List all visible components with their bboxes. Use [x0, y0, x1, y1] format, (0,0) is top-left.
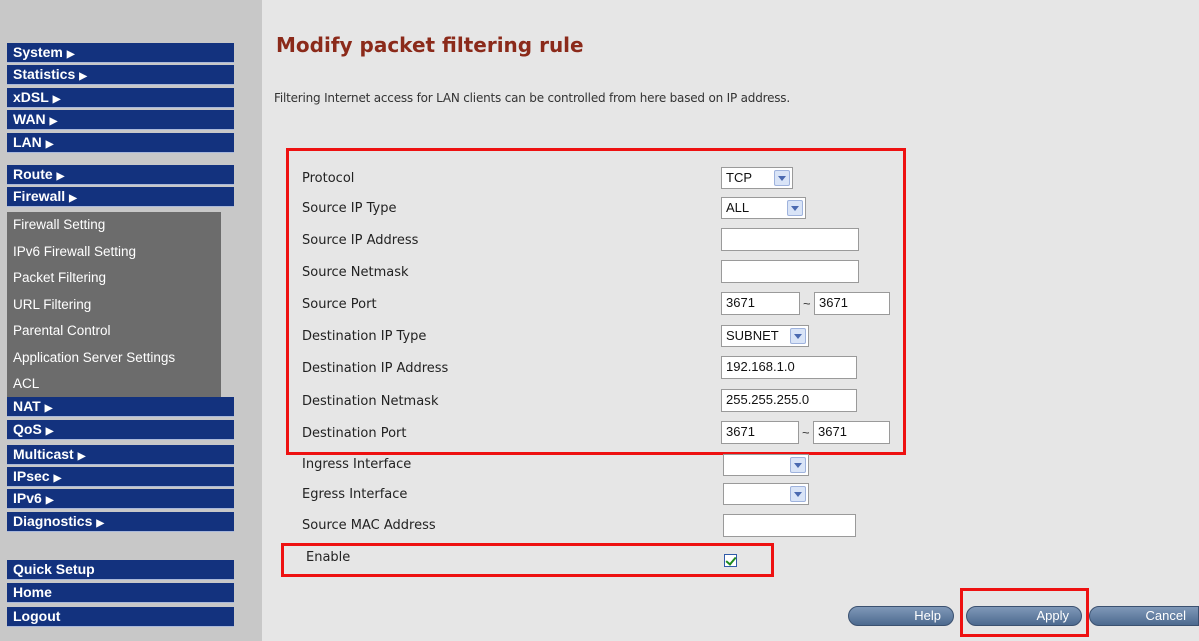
submenu-firewall-setting[interactable]: Firewall Setting — [13, 217, 105, 232]
chevron-down-icon — [790, 486, 806, 502]
menu-firewall[interactable]: Firewall ▶ — [7, 187, 234, 207]
chevron-right-icon: ▶ — [45, 139, 54, 150]
menu-label: NAT — [13, 398, 41, 414]
destination-ip-address-input[interactable]: 192.168.1.0 — [721, 356, 857, 379]
source-ip-type-label: Source IP Type — [302, 201, 397, 216]
menu-label: Route — [13, 166, 53, 182]
destination-ip-type-label: Destination IP Type — [302, 329, 427, 344]
menu-label: QoS — [13, 421, 42, 437]
ingress-interface-label: Ingress Interface — [302, 457, 412, 472]
chevron-right-icon: ▶ — [45, 426, 54, 437]
destination-netmask-label: Destination Netmask — [302, 394, 439, 409]
chevron-right-icon: ▶ — [52, 94, 61, 105]
apply-button[interactable]: Apply — [966, 606, 1082, 626]
menu-label: Firewall — [13, 188, 66, 204]
chevron-right-icon: ▶ — [44, 403, 53, 414]
menu-label: IPv6 — [13, 490, 42, 506]
source-mac-address-label: Source MAC Address — [302, 518, 436, 533]
main-content: Modify packet filtering rule Filtering I… — [262, 0, 1199, 641]
source-mac-address-input[interactable] — [723, 514, 856, 537]
chevron-down-icon — [774, 170, 790, 186]
menu-lan[interactable]: LAN ▶ — [7, 133, 234, 153]
chevron-down-icon — [790, 457, 806, 473]
chevron-right-icon: ▶ — [45, 495, 54, 506]
chevron-right-icon: ▶ — [49, 116, 58, 127]
menu-wan[interactable]: WAN ▶ — [7, 110, 234, 130]
chevron-down-icon — [790, 328, 806, 344]
menu-statistics[interactable]: Statistics ▶ — [7, 65, 234, 85]
egress-interface-select[interactable] — [723, 483, 809, 505]
menu-home[interactable]: Home — [7, 583, 234, 603]
enable-checkbox[interactable] — [724, 554, 737, 567]
menu-route[interactable]: Route ▶ — [7, 165, 234, 185]
destination-port-to-input[interactable]: 3671 — [813, 421, 890, 444]
menu-label: Multicast — [13, 446, 74, 462]
chevron-right-icon: ▶ — [96, 518, 105, 529]
source-netmask-input[interactable] — [721, 260, 859, 283]
ingress-interface-select[interactable] — [723, 454, 809, 476]
menu-label: IPsec — [13, 468, 50, 484]
menu-label: Statistics — [13, 66, 76, 82]
page-description: Filtering Internet access for LAN client… — [274, 91, 790, 105]
submenu-packet-filtering[interactable]: Packet Filtering — [13, 270, 106, 285]
menu-label: WAN — [13, 111, 46, 127]
submenu-parental-control[interactable]: Parental Control — [13, 323, 111, 338]
source-port-label: Source Port — [302, 297, 377, 312]
menu-quick-setup[interactable]: Quick Setup — [7, 560, 234, 580]
source-netmask-label: Source Netmask — [302, 265, 409, 280]
destination-netmask-input[interactable]: 255.255.255.0 — [721, 389, 857, 412]
submenu-application-server-settings[interactable]: Application Server Settings — [13, 350, 175, 365]
firewall-submenu: Firewall Setting IPv6 Firewall Setting P… — [7, 212, 221, 397]
chevron-right-icon: ▶ — [53, 473, 62, 484]
source-ip-address-input[interactable] — [721, 228, 859, 251]
protocol-label: Protocol — [302, 171, 355, 186]
submenu-ipv6-firewall-setting[interactable]: IPv6 Firewall Setting — [13, 244, 136, 259]
chevron-down-icon — [787, 200, 803, 216]
destination-ip-type-select[interactable]: SUBNET — [721, 325, 809, 347]
menu-system[interactable]: System ▶ — [7, 43, 234, 63]
menu-qos[interactable]: QoS ▶ — [7, 420, 234, 440]
menu-label: Diagnostics — [13, 513, 93, 529]
destination-port-label: Destination Port — [302, 426, 407, 441]
enable-label: Enable — [306, 550, 351, 565]
sidebar: System ▶ Statistics ▶ xDSL ▶ WAN ▶ LAN ▶ Rout… — [0, 0, 262, 641]
chevron-right-icon: ▶ — [66, 49, 75, 60]
help-button[interactable]: Help — [848, 606, 954, 626]
menu-logout[interactable]: Logout — [7, 607, 234, 627]
destination-ip-type-value: SUBNET — [726, 328, 779, 343]
submenu-url-filtering[interactable]: URL Filtering — [13, 297, 91, 312]
menu-label: System — [13, 44, 63, 60]
menu-multicast[interactable]: Multicast ▶ — [7, 445, 234, 465]
menu-label: xDSL — [13, 89, 49, 105]
chevron-right-icon: ▶ — [77, 451, 86, 462]
highlight-box-enable — [281, 543, 774, 577]
menu-ipsec[interactable]: IPsec ▶ — [7, 467, 234, 487]
destination-ip-address-label: Destination IP Address — [302, 361, 449, 376]
range-separator: ~ — [803, 296, 811, 311]
menu-ipv6[interactable]: IPv6 ▶ — [7, 489, 234, 509]
menu-label: LAN — [13, 134, 42, 150]
source-ip-type-value: ALL — [726, 200, 750, 215]
source-port-from-input[interactable]: 3671 — [721, 292, 800, 315]
page-title: Modify packet filtering rule — [276, 33, 584, 57]
menu-diagnostics[interactable]: Diagnostics ▶ — [7, 512, 234, 532]
destination-port-from-input[interactable]: 3671 — [721, 421, 799, 444]
cancel-button[interactable]: Cancel — [1089, 606, 1199, 626]
egress-interface-label: Egress Interface — [302, 487, 408, 502]
submenu-acl[interactable]: ACL — [13, 376, 39, 391]
source-ip-address-label: Source IP Address — [302, 233, 419, 248]
chevron-right-icon: ▶ — [56, 171, 65, 182]
range-separator: ~ — [802, 425, 810, 440]
protocol-value: TCP — [726, 170, 752, 185]
source-port-to-input[interactable]: 3671 — [814, 292, 890, 315]
menu-nat[interactable]: NAT ▶ — [7, 397, 234, 417]
chevron-right-icon: ▶ — [79, 71, 87, 82]
source-ip-type-select[interactable]: ALL — [721, 197, 806, 219]
chevron-right-icon: ▶ — [69, 193, 77, 204]
protocol-select[interactable]: TCP — [721, 167, 793, 189]
menu-xdsl[interactable]: xDSL ▶ — [7, 88, 234, 108]
